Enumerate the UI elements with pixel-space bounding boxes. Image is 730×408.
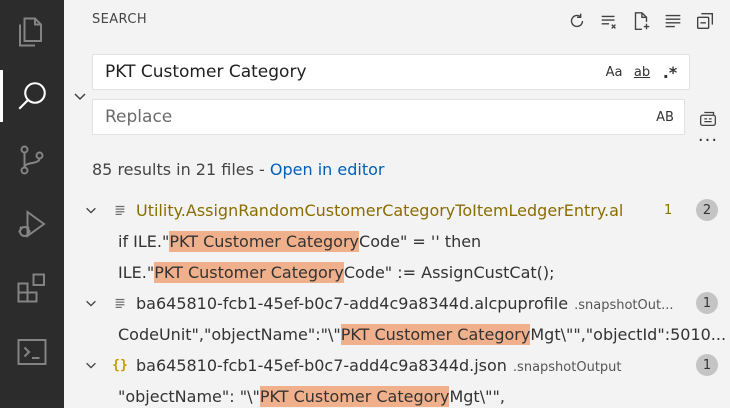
match-line[interactable]: if ILE." PKT Customer Category Code" = ''…: [118, 226, 730, 256]
view-as-tree-icon[interactable]: [660, 8, 686, 34]
file-name: Utility.AssignRandomCustomerCategoryToIt…: [136, 200, 624, 220]
match-highlight: PKT Customer Category: [169, 230, 360, 252]
match-count-badge: 1: [696, 354, 718, 376]
file-dir: .snapshotOut...: [574, 297, 674, 313]
match-highlight: PKT Customer Category: [340, 323, 531, 345]
file-name: ba645810-fcb1-45ef-b0c7-add4c9a8344d.jso…: [136, 355, 622, 375]
results-summary: 85 results in 21 files - Open in editor: [92, 160, 384, 179]
more-options-button[interactable]: ···: [696, 132, 720, 154]
problem-count: 1: [664, 202, 673, 218]
replace-all-icon[interactable]: [696, 106, 720, 130]
match-line[interactable]: CodeUnit","objectName":"\" PKT Customer C…: [118, 319, 730, 349]
results-count: 85 results in 21 files -: [92, 160, 270, 179]
refresh-icon[interactable]: [564, 8, 590, 34]
chevron-down-icon[interactable]: [82, 201, 100, 219]
explorer-icon[interactable]: [0, 0, 64, 64]
terminal-icon[interactable]: [0, 320, 64, 384]
title-actions: [564, 8, 718, 34]
file-lines-icon: [112, 294, 128, 312]
chevron-down-icon[interactable]: [82, 356, 100, 374]
match-case-toggle[interactable]: Aa: [603, 65, 625, 80]
new-search-editor-icon[interactable]: [628, 8, 654, 34]
collapse-all-icon[interactable]: [692, 8, 718, 34]
file-name: ba645810-fcb1-45ef-b0c7-add4c9a8344d.alc…: [136, 293, 674, 313]
clear-results-icon[interactable]: [596, 8, 622, 34]
match-line[interactable]: "objectName": "\" PKT Customer Category M…: [118, 381, 730, 408]
match-count-badge: 1: [696, 292, 718, 314]
json-icon: {}: [112, 357, 128, 373]
match-highlight: PKT Customer Category: [259, 385, 450, 407]
search-input-box: Aa ab .*: [92, 54, 690, 90]
result-file[interactable]: Utility.AssignRandomCustomerCategoryToIt…: [64, 195, 730, 225]
search-view: SEARCH Aa ab .* AB: [64, 0, 730, 408]
match-highlight: PKT Customer Category: [154, 261, 344, 283]
match-line[interactable]: ILE." PKT Customer Category Code" := Assi…: [118, 257, 730, 287]
whole-word-toggle[interactable]: ab: [631, 65, 653, 80]
file-lines-icon: [112, 201, 128, 219]
result-file[interactable]: {} ba645810-fcb1-45ef-b0c7-add4c9a8344d.…: [64, 350, 730, 380]
activity-bar: [0, 0, 64, 408]
result-file[interactable]: ba645810-fcb1-45ef-b0c7-add4c9a8344d.alc…: [64, 288, 730, 318]
search-icon[interactable]: [0, 64, 64, 128]
replace-input[interactable]: [93, 100, 654, 134]
view-title: SEARCH: [92, 12, 147, 27]
source-control-icon[interactable]: [0, 128, 64, 192]
toggle-replace-chevron-icon[interactable]: [70, 86, 90, 106]
replace-input-box: AB: [92, 99, 685, 135]
match-count-badge: 2: [696, 199, 718, 221]
preserve-case-toggle[interactable]: AB: [654, 110, 676, 125]
extensions-icon[interactable]: [0, 256, 64, 320]
search-input[interactable]: [93, 55, 603, 89]
regex-toggle[interactable]: .*: [659, 63, 681, 82]
open-in-editor-link[interactable]: Open in editor: [270, 160, 385, 179]
file-dir: .snapshotOutput: [512, 359, 622, 375]
run-debug-icon[interactable]: [0, 192, 64, 256]
chevron-down-icon[interactable]: [82, 294, 100, 312]
